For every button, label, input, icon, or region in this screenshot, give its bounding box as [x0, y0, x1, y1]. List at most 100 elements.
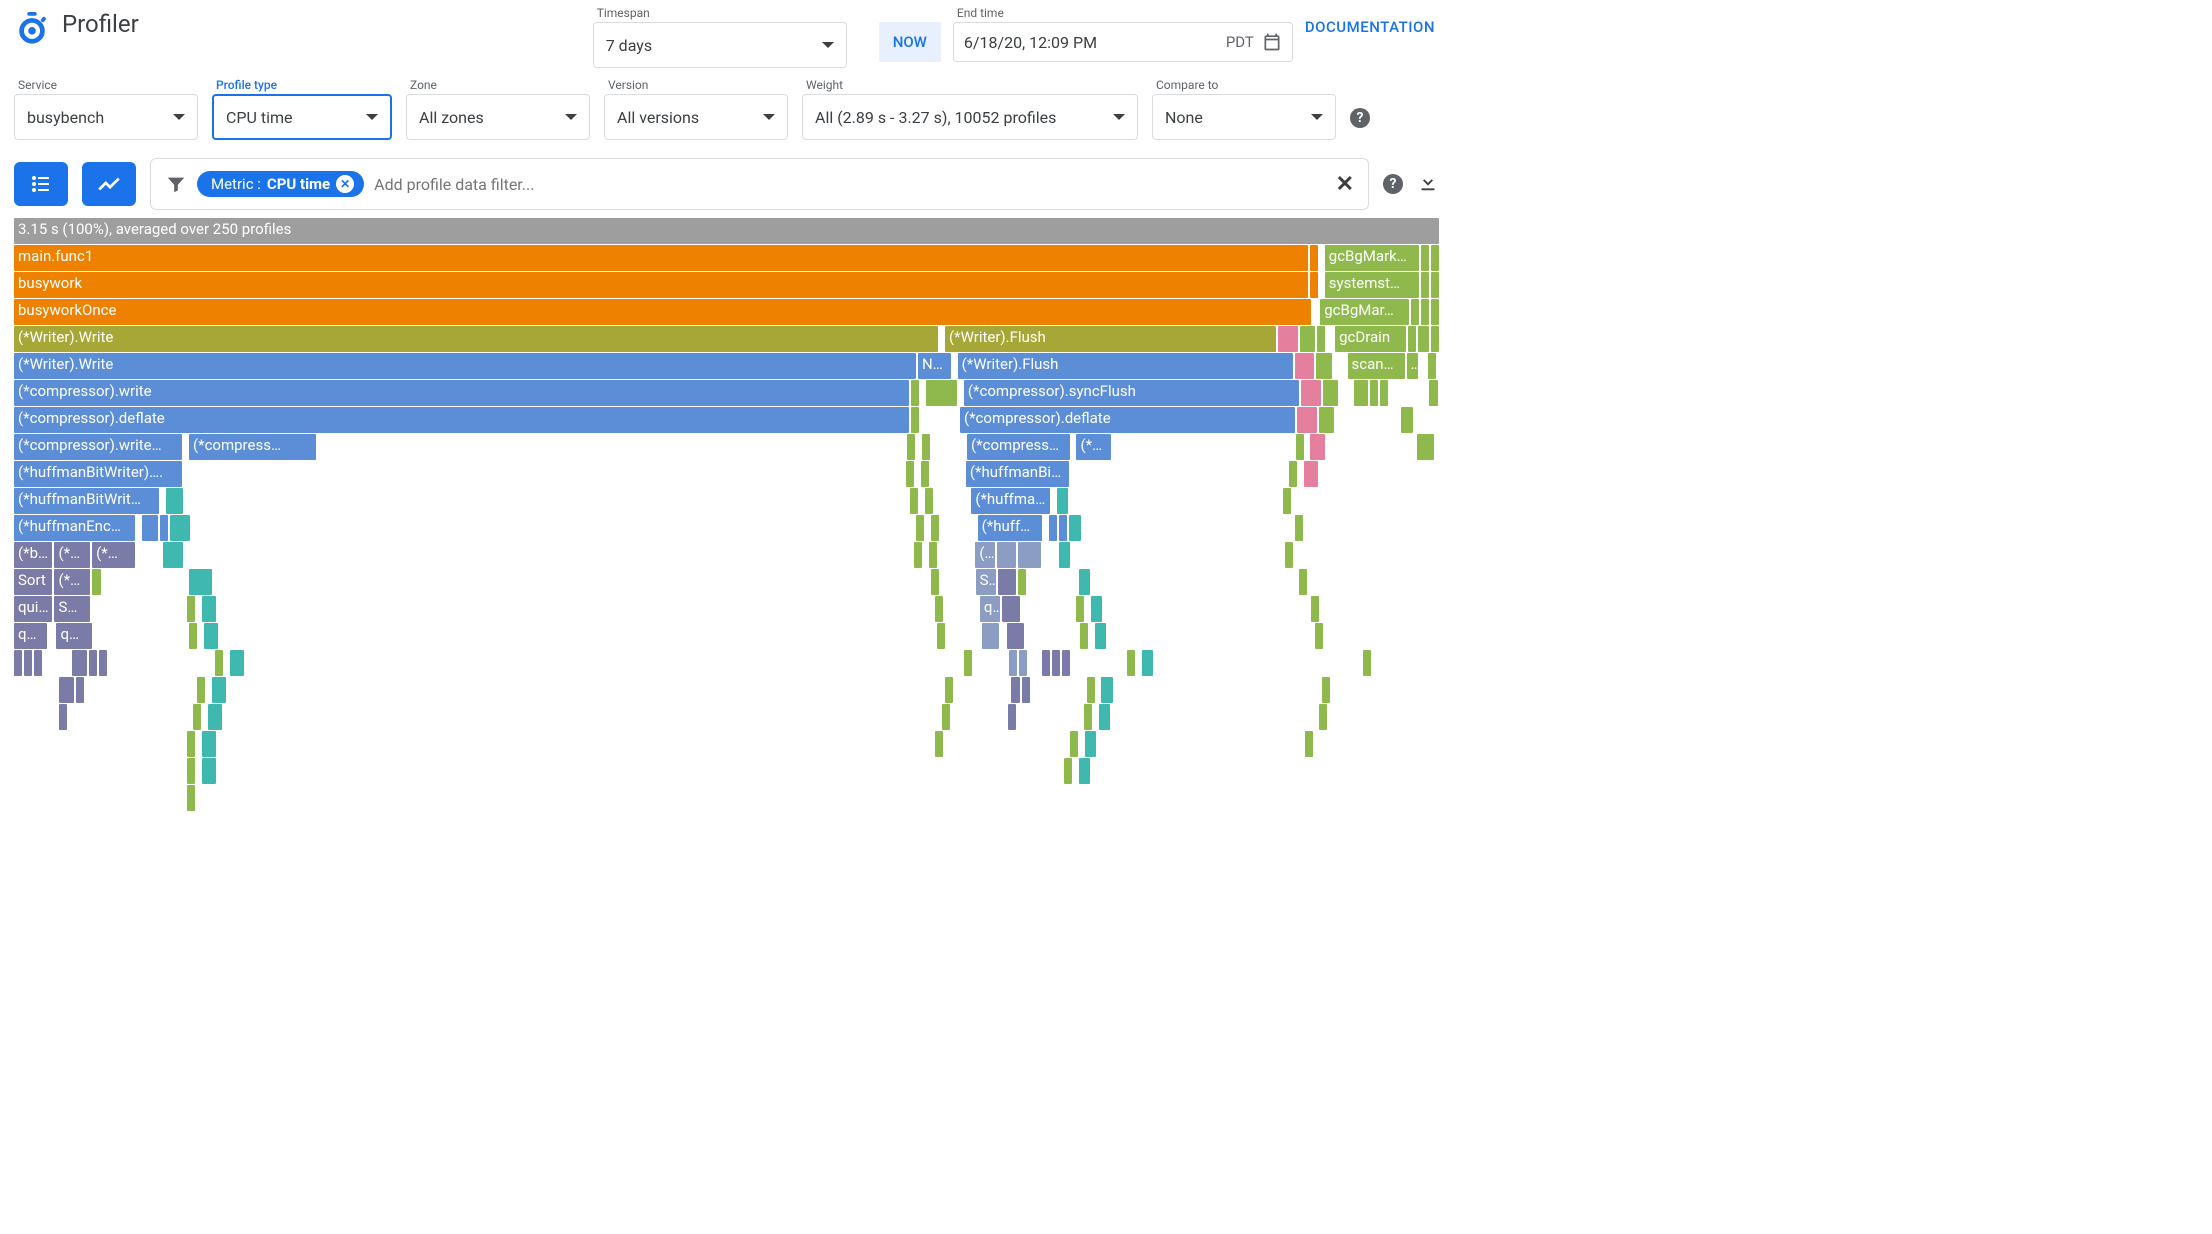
flame-frame[interactable]: (*huffma…	[971, 488, 1049, 514]
flame-frame[interactable]	[911, 407, 919, 433]
flame-frame[interactable]	[931, 569, 939, 595]
flame-frame[interactable]	[1142, 650, 1153, 676]
flame-frame[interactable]: busywork	[14, 272, 1308, 298]
compare-select[interactable]: None	[1152, 94, 1336, 140]
flame-frame[interactable]	[1079, 569, 1090, 595]
profile_type-select[interactable]: CPU time	[212, 94, 392, 140]
flame-frame[interactable]	[1301, 380, 1321, 406]
flame-frame[interactable]: (*…	[54, 542, 90, 568]
flame-frame[interactable]: (*compress…	[967, 434, 1070, 460]
flame-frame[interactable]	[1299, 569, 1307, 595]
flame-frame[interactable]: (*compress…	[189, 434, 316, 460]
flame-frame[interactable]	[1283, 488, 1291, 514]
flame-frame[interactable]: …	[1407, 353, 1418, 379]
flame-frame[interactable]: q…	[980, 596, 1000, 622]
flame-frame[interactable]	[166, 488, 183, 514]
flame-frame[interactable]: (*compressor).write	[14, 380, 909, 406]
flame-frame[interactable]	[1049, 515, 1058, 541]
flame-frame[interactable]: Sort	[14, 569, 52, 595]
flame-frame[interactable]	[204, 623, 218, 649]
flame-frame[interactable]	[929, 542, 938, 568]
flame-frame[interactable]: (…	[975, 542, 995, 568]
flame-frame[interactable]	[1304, 461, 1318, 487]
flame-frame[interactable]	[1300, 326, 1316, 352]
flame-frame[interactable]: (*compressor).syncFlush	[964, 380, 1299, 406]
flame-frame[interactable]	[1070, 731, 1078, 757]
flame-frame[interactable]	[1018, 569, 1026, 595]
flame-frame[interactable]: S…	[976, 569, 996, 595]
flame-frame[interactable]	[910, 488, 918, 514]
flame-frame[interactable]	[1062, 650, 1070, 676]
flame-frame[interactable]	[1059, 515, 1067, 541]
flame-frame[interactable]	[1091, 596, 1102, 622]
flame-frame[interactable]	[1009, 650, 1017, 676]
flame-frame[interactable]	[1421, 272, 1429, 298]
flame-frame[interactable]	[1380, 380, 1388, 406]
flame-frame[interactable]	[1431, 326, 1439, 352]
flame-frame[interactable]: (*compressor).deflate	[14, 407, 909, 433]
flame-frame[interactable]	[197, 677, 205, 703]
flame-frame[interactable]	[1080, 623, 1088, 649]
flame-frame[interactable]	[1421, 245, 1429, 271]
flame-frame[interactable]	[202, 731, 216, 757]
service-select[interactable]: busybench	[14, 94, 198, 140]
endtime-input[interactable]	[964, 33, 1218, 52]
flame-frame[interactable]	[1127, 650, 1135, 676]
chip-remove-icon[interactable]: ✕	[336, 175, 354, 193]
flame-frame[interactable]	[1295, 515, 1303, 541]
flame-frame[interactable]: (*Writer).Flush	[958, 353, 1293, 379]
flame-frame[interactable]	[1418, 326, 1429, 352]
flame-frame[interactable]	[1323, 380, 1339, 406]
flame-frame[interactable]	[935, 596, 943, 622]
flame-frame[interactable]	[1311, 596, 1319, 622]
flame-frame[interactable]	[34, 650, 42, 676]
flame-frame[interactable]	[1095, 623, 1106, 649]
flame-frame[interactable]: S…	[54, 596, 90, 622]
flame-frame[interactable]: 3.15 s (100%), averaged over 250 profile…	[14, 218, 1439, 244]
flame-frame[interactable]	[921, 461, 930, 487]
flame-frame[interactable]: q…	[56, 623, 92, 649]
flame-frame[interactable]	[914, 542, 922, 568]
flame-frame[interactable]	[1431, 299, 1439, 325]
flame-frame[interactable]	[1316, 353, 1332, 379]
flame-frame[interactable]: (*huffmanBi…	[966, 461, 1069, 487]
flame-frame[interactable]	[1417, 434, 1434, 460]
flame-frame[interactable]	[998, 569, 1017, 595]
flame-frame[interactable]	[193, 704, 201, 730]
timespan-select[interactable]: 7 days	[593, 22, 847, 68]
flame-frame[interactable]	[202, 758, 216, 784]
flame-frame[interactable]	[1011, 677, 1020, 703]
endtime-input-box[interactable]: PDT	[953, 22, 1293, 62]
flame-frame[interactable]	[1076, 596, 1084, 622]
flame-frame[interactable]	[187, 758, 195, 784]
flame-frame[interactable]	[1087, 677, 1095, 703]
flame-frame[interactable]	[1022, 677, 1030, 703]
flame-frame[interactable]	[1101, 677, 1112, 703]
flame-frame[interactable]	[14, 650, 22, 676]
flame-frame[interactable]	[1317, 326, 1325, 352]
flame-frame[interactable]	[1401, 407, 1412, 433]
flame-frame[interactable]	[1297, 407, 1317, 433]
flame-frame[interactable]	[187, 731, 195, 757]
flame-frame[interactable]	[982, 623, 999, 649]
flame-frame[interactable]	[189, 623, 197, 649]
trend-view-button[interactable]	[82, 162, 136, 206]
flame-frame[interactable]: (*huffmanBitWrit…	[14, 488, 159, 514]
flame-frame[interactable]	[230, 650, 244, 676]
download-icon[interactable]	[1417, 171, 1439, 198]
flame-frame[interactable]	[1408, 326, 1416, 352]
flame-frame[interactable]	[59, 677, 75, 703]
filter-chip-metric[interactable]: Metric : CPU time ✕	[197, 171, 364, 197]
flame-frame[interactable]	[212, 677, 226, 703]
flame-frame[interactable]	[1354, 380, 1368, 406]
flame-frame[interactable]	[76, 677, 84, 703]
flame-frame[interactable]	[59, 704, 67, 730]
now-button[interactable]: NOW	[879, 22, 941, 62]
flame-frame[interactable]	[1084, 704, 1092, 730]
help-icon[interactable]: ?	[1383, 174, 1403, 194]
flame-frame[interactable]	[997, 542, 1016, 568]
flame-frame[interactable]: N…	[918, 353, 951, 379]
flame-frame[interactable]	[1305, 731, 1313, 757]
flame-frame[interactable]	[1002, 596, 1021, 622]
flame-frame[interactable]	[1370, 380, 1378, 406]
